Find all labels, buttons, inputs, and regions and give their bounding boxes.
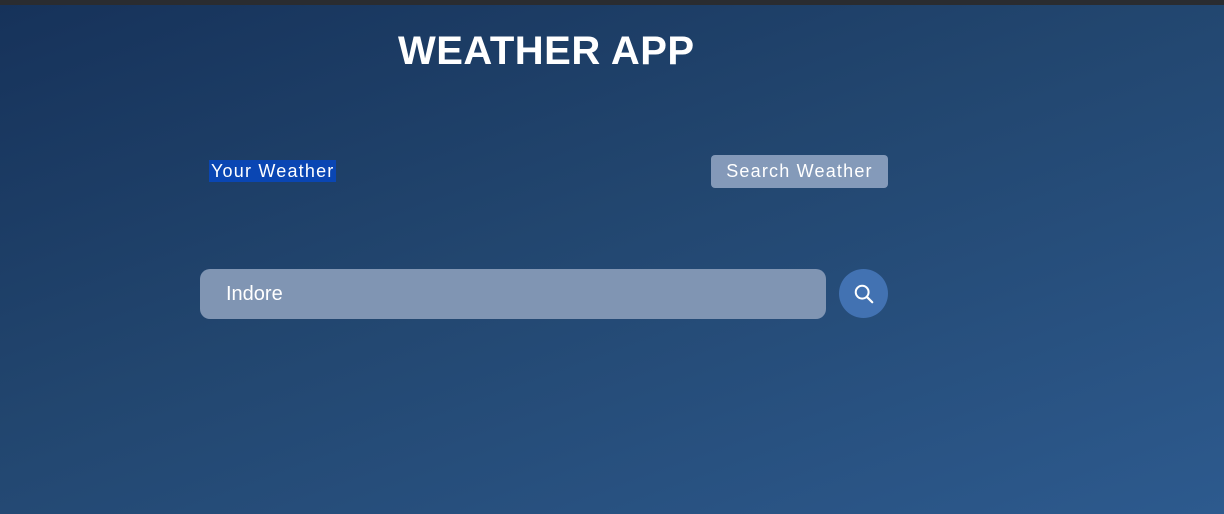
city-search-input[interactable] [200, 269, 826, 319]
search-icon [854, 284, 873, 303]
tab-your-weather[interactable]: Your Weather [209, 160, 337, 182]
tab-search-weather[interactable]: Search Weather [711, 155, 888, 188]
app-title: WEATHER APP [398, 29, 695, 73]
window-top-strip [0, 0, 1224, 5]
search-button[interactable] [839, 269, 888, 318]
